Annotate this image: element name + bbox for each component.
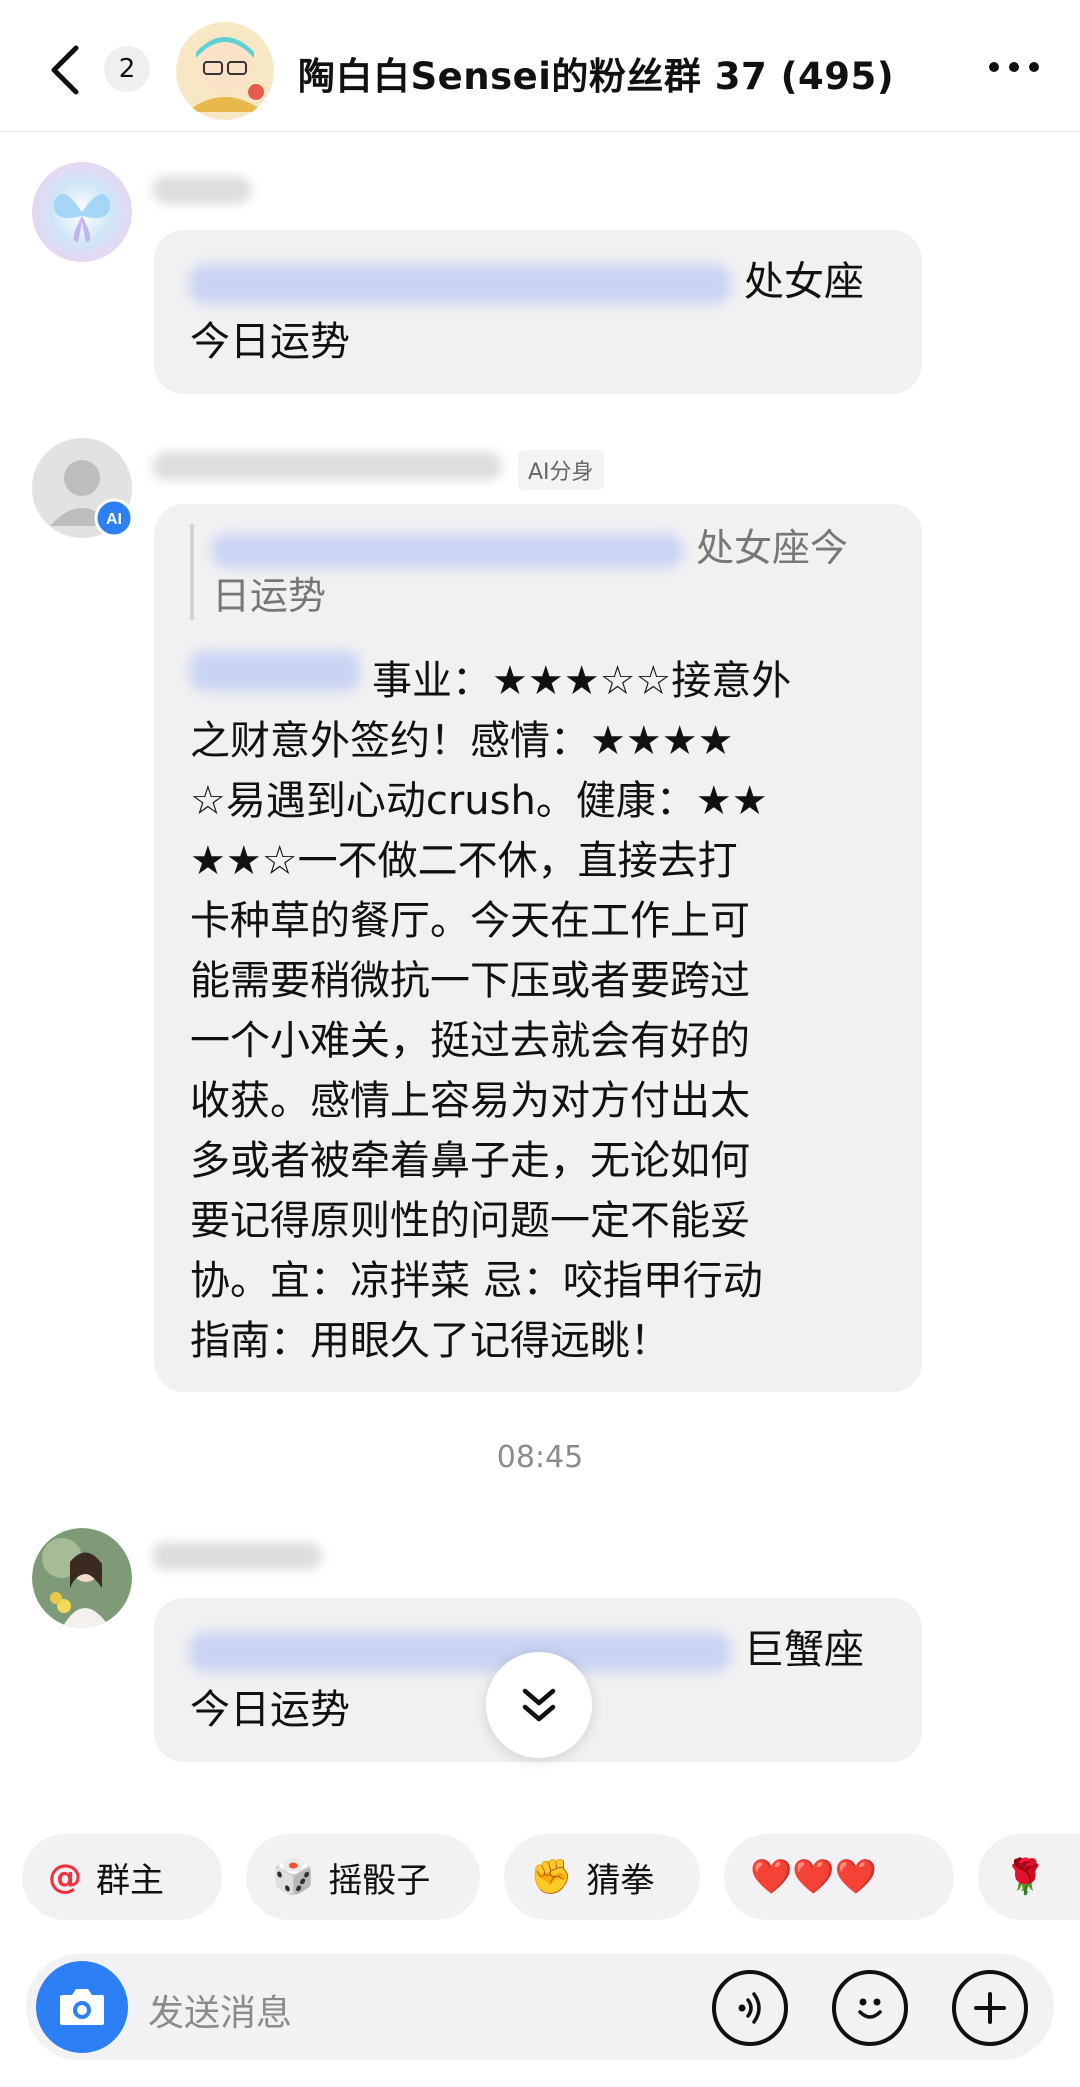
chip-hearts[interactable]: ❤️❤️❤️ [724,1834,954,1920]
mention-blurred [190,651,360,691]
sender-name-blurred [152,1542,322,1570]
message-bubble[interactable]: 处女座 今日运势 [154,230,922,394]
message-input[interactable]: 发送消息 [148,1984,292,2036]
message-text: 今日运势 [190,319,350,365]
message-text: 今日运势 [190,1687,350,1733]
message-timestamp: 08:45 [496,1440,584,1475]
chat-header: 2 陶白白Sensei的粉丝群 37 (495) [0,0,1080,132]
sender-avatar[interactable] [32,162,132,262]
back-arrow-icon[interactable] [42,42,90,98]
sender-avatar[interactable] [32,1528,132,1628]
fist-icon: ✊ [530,1857,573,1897]
dice-icon: 🎲 [272,1857,315,1897]
mention-blurred [212,533,682,568]
emoji-icon [858,1998,882,2019]
plus-icon [974,1992,1006,2024]
ai-clone-tag: AI分身 [518,450,604,490]
voice-button[interactable] [712,1970,788,2046]
camera-button[interactable] [36,1961,128,2053]
unread-count-badge[interactable]: 2 [104,46,150,92]
emoji-button[interactable] [832,1970,908,2046]
svg-text:AI: AI [106,511,122,528]
camera-icon [60,1989,104,2025]
message-text: 巨蟹座 [744,1627,864,1673]
voice-icon [738,1992,761,2024]
mention-blurred [190,1632,730,1672]
message-text: 处女座 [744,259,864,305]
mention-blurred [190,264,730,304]
chip-rock-paper-scissors[interactable]: ✊ 猜拳 [504,1834,700,1920]
chip-rose[interactable]: 🌹 [978,1834,1080,1920]
more-options-icon[interactable] [986,56,1042,78]
quick-actions-bar: @ 群主 🎲 摇骰子 ✊ 猜拳 ❤️❤️❤️ 🌹 [22,1834,1080,1920]
at-icon: @ [48,1857,82,1897]
sender-name-blurred [152,452,502,480]
double-chevron-down-icon [522,1688,556,1722]
quoted-message: 处女座今 日运势 [190,524,890,620]
rose-icon: 🌹 [1004,1857,1047,1897]
group-avatar[interactable] [176,22,274,120]
chip-mention-owner[interactable]: @ 群主 [22,1834,222,1920]
message-input-bar: 发送消息 [26,1954,1054,2060]
group-title: 陶白白Sensei的粉丝群 37 (495) [298,55,895,98]
hearts-label: ❤️❤️❤️ [750,1857,878,1897]
sender-name-blurred [152,176,252,204]
chip-roll-dice[interactable]: 🎲 摇骰子 [246,1834,480,1920]
scroll-to-bottom-button[interactable] [486,1652,592,1758]
add-more-button[interactable] [952,1970,1028,2046]
ai-badge-icon: AI [94,498,134,538]
